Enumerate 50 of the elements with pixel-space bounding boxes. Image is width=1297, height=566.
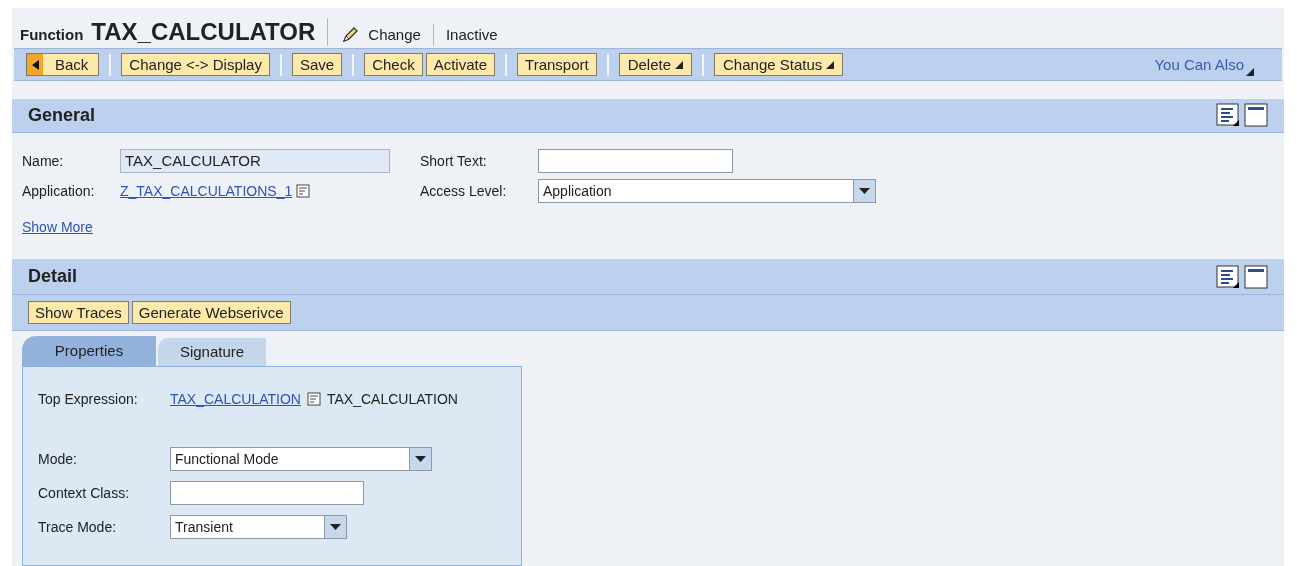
- back-arrow-icon: [31, 59, 39, 70]
- mode-dropdown[interactable]: Functional Mode: [170, 447, 432, 471]
- menu-button[interactable]: Delete: [618, 53, 693, 77]
- field-label: Short Text:: [420, 151, 488, 171]
- dropdown-arrow-icon: [859, 188, 870, 195]
- mode-label: Change: [368, 24, 421, 45]
- details-icon[interactable]: [306, 392, 321, 406]
- field-label: Trace Mode:: [38, 517, 118, 537]
- back-button[interactable]: Back: [26, 53, 100, 77]
- tab[interactable]: Signature: [158, 338, 266, 366]
- field-label: Top Expression:: [38, 389, 139, 409]
- caret-icon: [1246, 68, 1254, 77]
- action-button[interactable]: Show Traces: [28, 301, 129, 325]
- toolbar-button[interactable]: Transport: [517, 53, 597, 77]
- details-icon[interactable]: [296, 184, 311, 199]
- context-class-field[interactable]: [170, 481, 364, 505]
- show-more-link[interactable]: Show More: [22, 217, 93, 239]
- application-link[interactable]: Z_TAX_CALCULATIONS_1: [120, 180, 293, 202]
- object-name: TAX_CALCULATOR: [91, 18, 316, 47]
- action-button[interactable]: Generate Webserivce: [131, 301, 291, 325]
- trace-mode-dropdown[interactable]: Transient: [170, 515, 347, 539]
- dropdown-arrow-icon: [415, 456, 426, 462]
- more-menu[interactable]: You Can Also: [1154, 53, 1254, 77]
- access-level-dropdown[interactable]: Application: [538, 179, 876, 204]
- notes-icon[interactable]: [1216, 103, 1240, 128]
- notes-icon[interactable]: [1216, 264, 1240, 289]
- expression-link[interactable]: TAX_CALCULATION: [170, 388, 301, 410]
- section-title: Detail: [28, 265, 79, 289]
- field-label: Application:: [22, 181, 96, 201]
- field-label: Name:: [22, 151, 65, 171]
- section-title: General: [28, 103, 97, 127]
- short-text-field[interactable]: [538, 149, 733, 174]
- tab[interactable]: Properties: [22, 336, 156, 366]
- caret-icon: [675, 60, 684, 69]
- expression-text: TAX_CALCULATION: [326, 389, 458, 409]
- collapse-icon[interactable]: [1244, 264, 1268, 289]
- toolbar-button[interactable]: Check: [364, 53, 423, 77]
- menu-button[interactable]: Change Status: [714, 53, 844, 77]
- field-label: Mode:: [38, 449, 78, 469]
- caret-icon: [826, 60, 835, 69]
- toolbar-button[interactable]: Activate: [425, 53, 496, 77]
- object-type: Function: [20, 24, 84, 45]
- field-label: Context Class:: [38, 483, 131, 503]
- status-label: Inactive: [445, 24, 498, 45]
- field-label: Access Level:: [420, 181, 508, 201]
- dropdown-arrow-icon: [330, 524, 341, 530]
- toolbar-button[interactable]: Save: [291, 53, 343, 77]
- collapse-icon[interactable]: [1244, 103, 1268, 128]
- toolbar-button[interactable]: Change <-> Display: [121, 53, 270, 77]
- name-field: TAX_CALCULATOR: [120, 149, 390, 174]
